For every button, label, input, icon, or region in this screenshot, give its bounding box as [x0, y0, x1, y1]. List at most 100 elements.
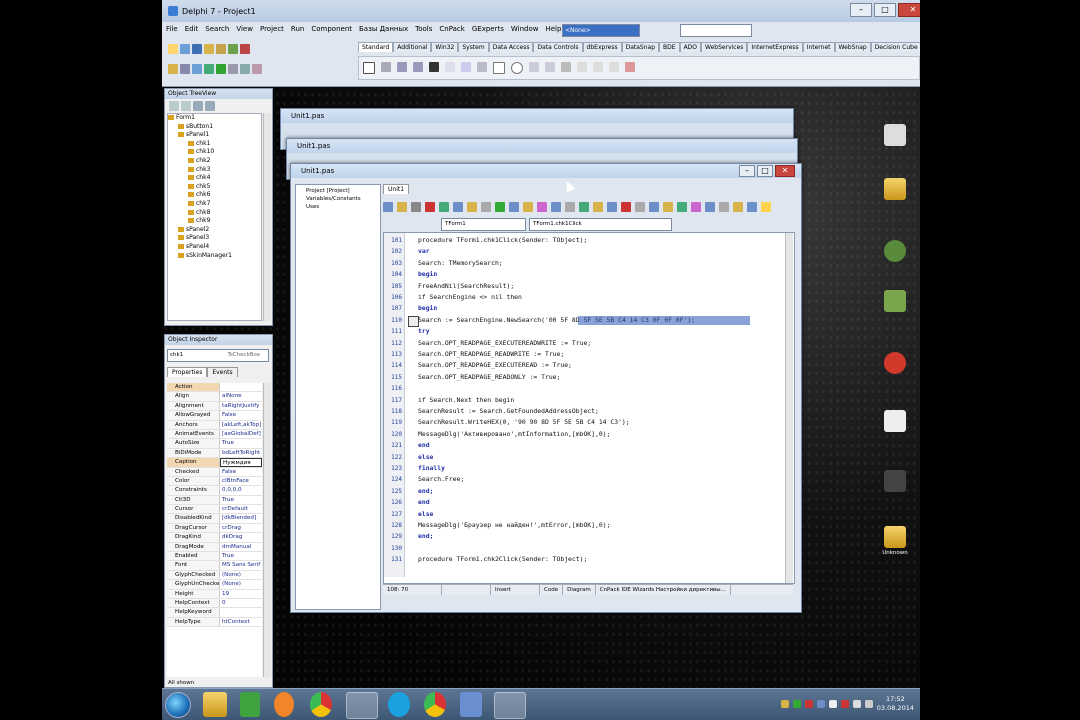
tree-node[interactable]: chk1: [168, 140, 261, 149]
desktop-stop-icon[interactable]: [884, 352, 906, 374]
tb-icon[interactable]: [551, 202, 561, 212]
tree-node[interactable]: chk5: [168, 183, 261, 192]
tree-node[interactable]: sPanel2: [168, 226, 261, 235]
view-unit-icon[interactable]: [168, 64, 178, 74]
tb-icon[interactable]: [523, 202, 533, 212]
taskbar-app-blue[interactable]: [460, 692, 482, 717]
tb-icon[interactable]: [747, 202, 757, 212]
property-row[interactable]: AutoSize True: [167, 439, 262, 449]
taskbar-app-active[interactable]: [346, 692, 378, 719]
new-form-icon[interactable]: [204, 64, 214, 74]
new-icon[interactable]: [168, 44, 178, 54]
tree-node[interactable]: sSkinManager1: [168, 252, 261, 261]
property-row[interactable]: Constraints 0,0,0,0: [167, 486, 262, 496]
tree-node[interactable]: chk3: [168, 166, 261, 175]
palette-tab[interactable]: Data Controls: [533, 42, 583, 52]
radiogroup-icon[interactable]: [593, 62, 603, 72]
palette-tab[interactable]: Data Access: [488, 42, 534, 52]
property-row[interactable]: GlyphUnChecked (None): [167, 580, 262, 590]
pointer-icon[interactable]: [363, 62, 375, 74]
editor-tab-unit1[interactable]: Unit1: [383, 184, 410, 194]
tray-icon[interactable]: [852, 700, 861, 708]
taskbar-media-player[interactable]: [274, 692, 294, 717]
tb-icon[interactable]: [397, 202, 407, 212]
property-row[interactable]: DragCursor crDrag: [167, 523, 262, 534]
save-icon[interactable]: [192, 44, 202, 54]
property-row[interactable]: DisabledKind [dkBlended]: [167, 514, 262, 524]
property-row[interactable]: HelpKeyword: [167, 608, 262, 618]
add-icon[interactable]: [228, 44, 238, 54]
tv-icon-2[interactable]: [181, 101, 191, 111]
tab-diagram[interactable]: Diagram: [563, 585, 596, 595]
popupmenu-icon[interactable]: [413, 62, 423, 72]
object-selector[interactable]: chk1 TsCheckBox: [167, 349, 269, 362]
close-button[interactable]: ✕: [898, 3, 920, 17]
tb-icon[interactable]: [677, 202, 687, 212]
tb-icon[interactable]: [579, 202, 589, 212]
tray-icon[interactable]: [792, 700, 801, 708]
palette-tab[interactable]: WebSnap: [834, 42, 871, 52]
property-row[interactable]: AnimatEvents [aeGlobalDef]: [167, 429, 262, 440]
property-row[interactable]: Action: [167, 383, 262, 393]
palette-tab[interactable]: BDE: [659, 42, 680, 52]
desktop-icon-3[interactable]: [884, 240, 906, 262]
palette-tab[interactable]: DataSnap: [621, 42, 660, 52]
tray-icon[interactable]: [780, 700, 789, 708]
scrollbar-icon[interactable]: [561, 62, 571, 72]
tb-icon[interactable]: [593, 202, 603, 212]
menu-project[interactable]: Project: [260, 24, 284, 34]
tray-icon[interactable]: [840, 700, 849, 708]
tab-events[interactable]: Events: [207, 367, 238, 377]
tab-properties[interactable]: Properties: [167, 367, 208, 377]
palette-tab[interactable]: dbExpress: [582, 42, 622, 52]
tree-node[interactable]: chk9: [168, 217, 261, 226]
palette-tab[interactable]: InternetExpress: [747, 42, 803, 52]
palette-tab[interactable]: Internet: [802, 42, 835, 52]
minimize-button[interactable]: –: [850, 3, 872, 17]
tb-icon[interactable]: [719, 202, 729, 212]
tray-icon[interactable]: [828, 700, 837, 708]
desktop-icon-7[interactable]: [884, 470, 906, 492]
property-row[interactable]: Font MS Sans Serif: [167, 561, 262, 571]
radiobutton-icon[interactable]: [511, 62, 523, 74]
maximize-button[interactable]: □: [874, 3, 896, 17]
property-row[interactable]: HelpType htContext: [167, 617, 262, 628]
taskbar-chrome-2[interactable]: [424, 692, 446, 717]
checkbox-icon[interactable]: [493, 62, 505, 74]
desktop-icon-1[interactable]: [884, 124, 906, 146]
tree-node[interactable]: chk7: [168, 200, 261, 209]
property-row[interactable]: Align alNone: [167, 392, 262, 402]
desktop-icon-4[interactable]: [884, 290, 906, 312]
menu-help[interactable]: Help: [545, 24, 561, 34]
property-row[interactable]: Enabled True: [167, 552, 262, 562]
pause-icon[interactable]: [228, 64, 238, 74]
menu-window[interactable]: Window: [511, 24, 539, 34]
property-row[interactable]: HelpContext 0: [167, 598, 262, 609]
open-project-icon[interactable]: [216, 44, 226, 54]
tb-icon[interactable]: [509, 202, 519, 212]
tv-icon-1[interactable]: [169, 101, 179, 111]
tb-icon[interactable]: [649, 202, 659, 212]
tv-down-icon[interactable]: [205, 101, 215, 111]
tree-node[interactable]: Form1: [168, 114, 261, 123]
tb-icon[interactable]: [663, 202, 673, 212]
property-row[interactable]: Alignment taRightJustify: [167, 401, 262, 412]
tree-node[interactable]: sPanel4: [168, 243, 261, 252]
palette-tab[interactable]: Additional: [393, 42, 432, 52]
tree-node[interactable]: sPanel1: [168, 131, 261, 140]
taskbar-delphi[interactable]: [494, 692, 526, 719]
actionlist-icon[interactable]: [625, 62, 635, 72]
property-row[interactable]: AllowGrayed False: [167, 411, 262, 421]
memo-icon[interactable]: [461, 62, 471, 72]
tb-icon[interactable]: [453, 202, 463, 212]
property-row[interactable]: Cursor crDefault: [167, 505, 262, 515]
menu-tools[interactable]: Tools: [415, 24, 432, 34]
code-editor[interactable]: 101 procedure TForm1.chk1Click(Sender: TO…: [383, 232, 795, 584]
tree-node[interactable]: chk8: [168, 209, 261, 218]
taskbar-chrome[interactable]: [310, 692, 332, 717]
property-row[interactable]: Height 19: [167, 589, 262, 599]
mainmenu-icon[interactable]: [397, 62, 407, 72]
tb-icon[interactable]: [467, 202, 477, 212]
combobox-icon[interactable]: [545, 62, 555, 72]
close-button[interactable]: ✕: [775, 165, 795, 177]
